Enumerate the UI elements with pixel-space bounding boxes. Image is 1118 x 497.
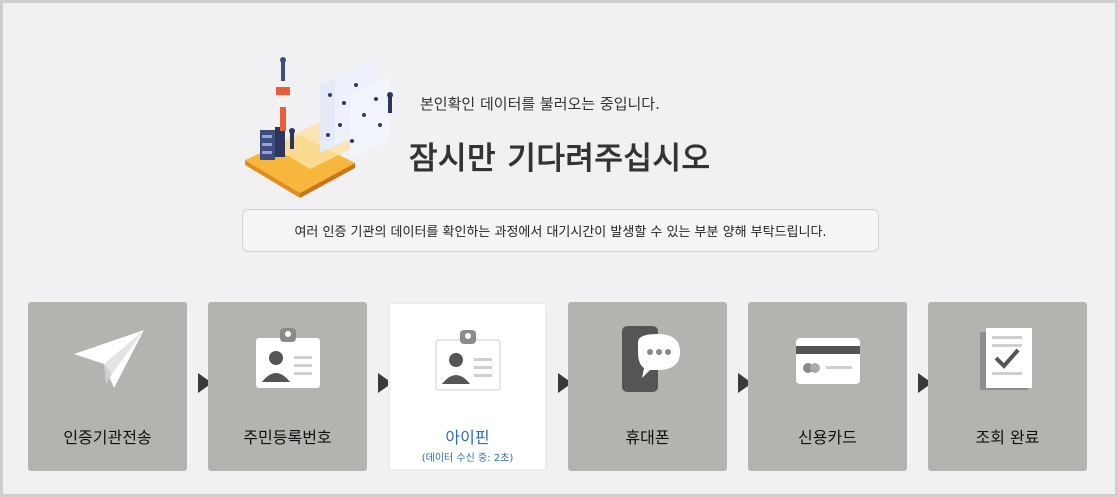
- step-label: 주민등록번호: [243, 428, 332, 447]
- wait-notice: 여러 인증 기관의 데이터를 확인하는 과정에서 대기시간이 발생할 수 있는 …: [242, 209, 879, 252]
- loading-sub-message: 본인확인 데이터를 불러오는 중입니다.: [420, 95, 660, 113]
- step-label: 아이핀: [445, 428, 490, 447]
- step-status: (데이터 수신 중: 2초): [421, 453, 514, 464]
- document-check-icon: [928, 324, 1087, 396]
- mobile-chat-icon: [568, 324, 727, 396]
- wait-notice-text: 여러 인증 기관의 데이터를 확인하는 과정에서 대기시간이 발생할 수 있는 …: [294, 225, 827, 240]
- loading-main-message: 잠시만 기다려주십시오: [409, 141, 711, 177]
- step-mobile-phone: 휴대폰: [568, 302, 727, 471]
- step-resident-number: 주민등록번호: [208, 302, 367, 471]
- id-card-icon: [208, 324, 367, 394]
- step-lookup-complete: 조회 완료: [928, 302, 1087, 471]
- loading-illustration: [245, 57, 393, 198]
- step-label: 휴대폰: [625, 428, 670, 447]
- loading-panel: 본인확인 데이터를 불러오는 중입니다. 잠시만 기다려주십시오 여러 인증 기…: [0, 0, 1118, 497]
- step-label: 인증기관전송: [63, 428, 152, 447]
- step-agency-transfer: 인증기관전송: [28, 302, 187, 471]
- step-ipin: 아이핀 (데이터 수신 중: 2초): [388, 302, 547, 471]
- step-credit-card: 신용카드: [748, 302, 907, 471]
- step-label: 조회 완료: [975, 428, 1040, 447]
- step-label: 신용카드: [798, 428, 857, 447]
- id-card-icon: [390, 326, 545, 396]
- credit-card-icon: [748, 324, 907, 394]
- paper-plane-icon: [28, 324, 187, 394]
